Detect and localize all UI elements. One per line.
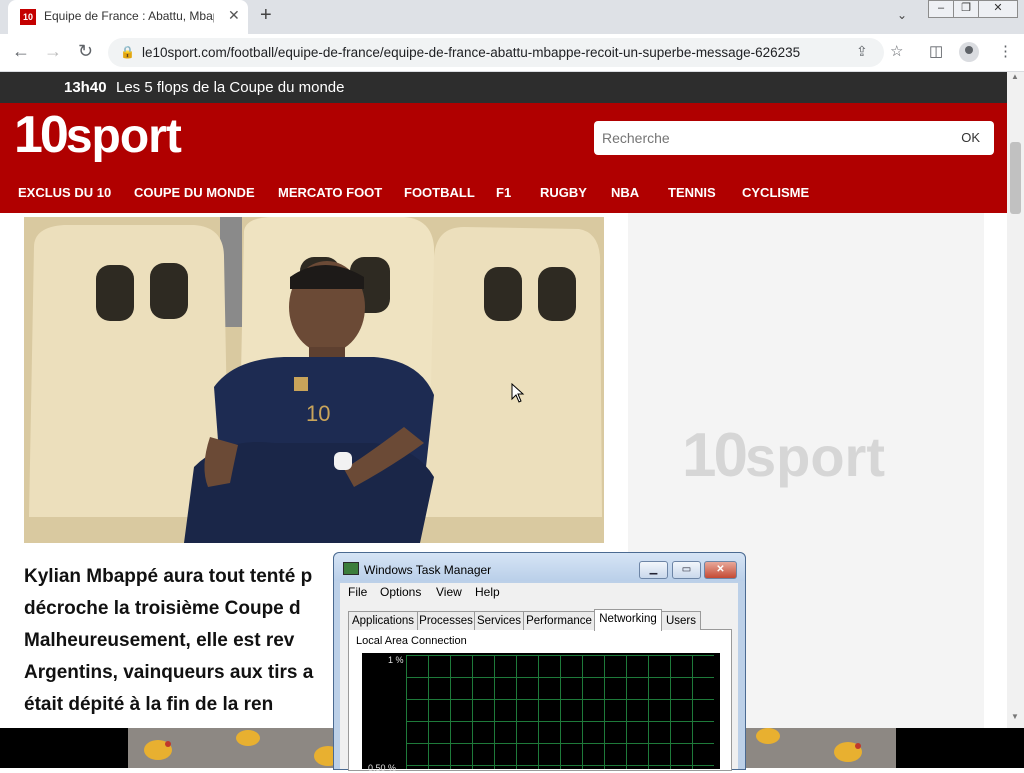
ad-logo-ten: 10 (682, 421, 748, 490)
tab-services[interactable]: Services (474, 611, 524, 630)
task-manager-titlebar[interactable]: Windows Task Manager ▁ ▭ ✕ (334, 553, 745, 581)
tm-menubar: File Options View Help (340, 583, 738, 601)
browser-toolbar: ← → ↻ 🔒 le10sport.com/football/equipe-de… (0, 34, 1024, 72)
tab-processes[interactable]: Processes (417, 611, 475, 630)
tab-users[interactable]: Users (661, 611, 701, 630)
breaking-news-bar[interactable]: 13h40 Les 5 flops de la Coupe du monde (0, 72, 1007, 103)
logo-ten: 10 (14, 106, 69, 164)
restore-window-icon[interactable]: ❐ (953, 0, 979, 18)
ad-logo-sport: sport (744, 425, 885, 488)
minimize-window-icon[interactable]: – (928, 0, 954, 18)
tm-maximize-icon[interactable]: ▭ (672, 561, 701, 579)
task-manager-app-icon (343, 562, 359, 575)
nav-item-tennis[interactable]: TENNIS (668, 185, 716, 200)
address-bar[interactable]: 🔒 le10sport.com/football/equipe-de-franc… (108, 38, 884, 67)
share-icon[interactable]: ⇪ (856, 43, 868, 60)
tab-applications[interactable]: Applications (348, 611, 418, 630)
nav-item-f1[interactable]: F1 (496, 185, 511, 200)
tab-performance[interactable]: Performance (523, 611, 595, 630)
bookmark-star-icon[interactable]: ☆ (890, 42, 903, 60)
tab-close-icon[interactable]: ✕ (228, 7, 240, 24)
task-manager-title: Windows Task Manager (364, 563, 492, 577)
side-panel-icon[interactable]: ◫ (929, 42, 943, 60)
tab-title: Equipe de France : Abattu, Mbappé (44, 9, 214, 23)
tm-menu-file[interactable]: File (348, 585, 367, 599)
tm-close-icon[interactable]: ✕ (704, 561, 737, 579)
nav-item-exclus[interactable]: EXCLUS DU 10 (18, 185, 111, 200)
back-icon[interactable]: ← (12, 41, 30, 62)
tm-minimize-icon[interactable]: ▁ (639, 561, 668, 579)
tm-menu-options[interactable]: Options (380, 585, 421, 599)
menu-kebab-icon[interactable]: ⋮ (998, 42, 1013, 60)
site-logo[interactable]: 10sport (14, 105, 182, 165)
nav-item-mercato-foot[interactable]: MERCATO FOOT (278, 185, 382, 200)
browser-tab[interactable]: 10 Equipe de France : Abattu, Mbappé ✕ (8, 0, 248, 34)
nav-item-nba[interactable]: NBA (611, 185, 639, 200)
nav-item-football[interactable]: FOOTBALL (404, 185, 475, 200)
news-headline[interactable]: Les 5 flops de la Coupe du monde (116, 72, 345, 103)
profile-avatar-icon[interactable] (959, 42, 979, 62)
lock-icon[interactable]: 🔒 (120, 45, 135, 59)
site-header: 10sport OK EXCLUS DU 10 COUPE DU MONDE M… (0, 103, 1007, 213)
tab-networking[interactable]: Networking (594, 609, 662, 631)
forward-icon[interactable]: → (44, 41, 62, 62)
news-time: 13h40 (64, 79, 107, 96)
url-text[interactable]: le10sport.com/football/equipe-de-france/… (142, 45, 800, 60)
favicon-icon: 10 (20, 9, 36, 25)
network-graph: 1 % 0.50 % (362, 653, 720, 773)
article-photo: 10 (24, 217, 604, 543)
graph-grid (406, 655, 714, 769)
graph-label-mid: 0.50 % (368, 763, 397, 773)
tm-body: Applications Processes Services Performa… (340, 601, 738, 773)
nav-item-coupe-du-monde[interactable]: COUPE DU MONDE (134, 185, 255, 200)
mouse-cursor-icon (511, 383, 525, 403)
scroll-up-icon[interactable]: ▲ (1011, 72, 1019, 81)
scroll-down-icon[interactable]: ▼ (1011, 712, 1019, 721)
tm-menu-help[interactable]: Help (475, 585, 500, 599)
tab-search-icon[interactable]: ⌄ (897, 8, 907, 22)
nav-item-rugby[interactable]: RUGBY (540, 185, 587, 200)
search-input[interactable] (594, 121, 944, 155)
tm-menu-view[interactable]: View (436, 585, 462, 599)
search-ok-button[interactable]: OK (961, 130, 980, 145)
new-tab-icon[interactable]: + (260, 4, 272, 27)
graph-label-top: 1 % (388, 655, 404, 665)
network-group-label: Local Area Connection (356, 635, 467, 647)
task-manager-window[interactable]: Windows Task Manager ▁ ▭ ✕ File Options … (333, 552, 746, 773)
logo-sport: sport (65, 110, 182, 163)
ad-logo: 10sport (682, 420, 885, 491)
nav-item-cyclisme[interactable]: CYCLISME (742, 185, 809, 200)
svg-text:10: 10 (306, 401, 330, 426)
scrollbar-thumb[interactable] (1010, 142, 1021, 214)
search-box: OK (594, 121, 994, 155)
tab-strip: 10 Equipe de France : Abattu, Mbappé ✕ +… (0, 0, 1024, 34)
close-window-icon[interactable]: ✕ (978, 0, 1018, 18)
page-scrollbar[interactable]: ▲ ▼ (1007, 72, 1024, 728)
reload-icon[interactable]: ↻ (78, 41, 93, 62)
